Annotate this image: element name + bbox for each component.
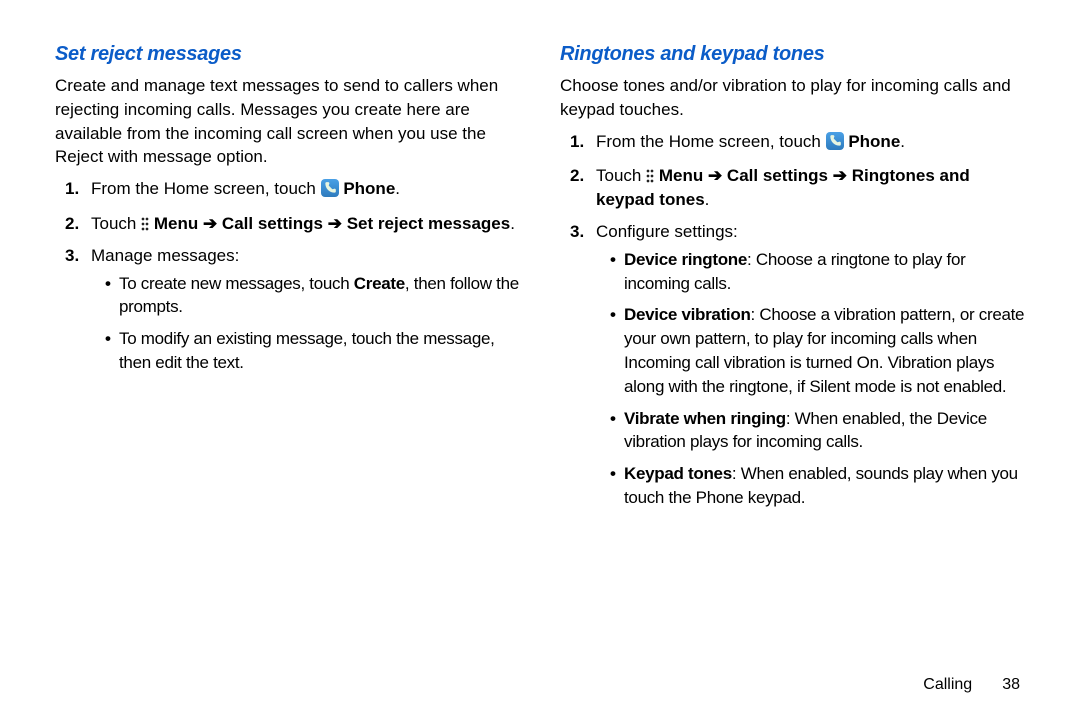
step-3-right: 3. Configure settings: Device ringtone: …: [570, 220, 1025, 510]
call-settings-label: Call settings: [222, 214, 323, 233]
step-num: 2.: [570, 164, 584, 188]
step-text: From the Home screen, touch: [596, 132, 826, 151]
step-text: Touch: [91, 214, 141, 233]
step-num: 3.: [65, 244, 79, 268]
term: Keypad tones: [624, 464, 732, 483]
step-2-right: 2. Touch Menu ➔ Call settings ➔ Ringtone…: [570, 164, 1025, 212]
arrow-icon: ➔: [323, 214, 347, 233]
sub-bullets-left: To create new messages, touch Create, th…: [105, 272, 520, 375]
phone-icon: [321, 179, 339, 204]
phone-label: Phone: [848, 132, 900, 151]
call-settings-label: Call settings: [727, 166, 828, 185]
section-label: Calling: [923, 676, 972, 694]
phone-icon: [826, 132, 844, 157]
bullet-create: To create new messages, touch Create, th…: [105, 272, 520, 320]
step-num: 3.: [570, 220, 584, 244]
create-label: Create: [354, 274, 405, 293]
step-text: Manage messages:: [91, 246, 239, 265]
period: .: [510, 214, 515, 233]
step-text: From the Home screen, touch: [91, 179, 321, 198]
step-1-left: 1. From the Home screen, touch Phone.: [65, 177, 520, 204]
menu-icon: [646, 169, 654, 183]
intro-right: Choose tones and/or vibration to play fo…: [560, 74, 1025, 122]
step-text: Configure settings:: [596, 222, 738, 241]
period: .: [395, 179, 400, 198]
menu-icon: [141, 217, 149, 231]
page-number: 38: [1002, 676, 1020, 694]
period: .: [900, 132, 905, 151]
step-num: 1.: [65, 177, 79, 201]
step-3-left: 3. Manage messages: To create new messag…: [65, 244, 520, 375]
step-2-left: 2. Touch Menu ➔ Call settings ➔ Set reje…: [65, 212, 520, 236]
term: Device ringtone: [624, 250, 747, 269]
term: Vibrate when ringing: [624, 409, 786, 428]
bullet-vibrate-when-ringing: Vibrate when ringing: When enabled, the …: [610, 407, 1025, 455]
two-column-layout: Set reject messages Create and manage te…: [55, 40, 1025, 518]
intro-left: Create and manage text messages to send …: [55, 74, 520, 169]
bullet-keypad-tones: Keypad tones: When enabled, sounds play …: [610, 462, 1025, 510]
menu-label: Menu: [659, 166, 703, 185]
term: Device vibration: [624, 305, 751, 324]
heading-ringtones: Ringtones and keypad tones: [560, 40, 1025, 68]
bullet-device-vibration: Device vibration: Choose a vibration pat…: [610, 303, 1025, 398]
steps-left: 1. From the Home screen, touch Phone. 2.…: [65, 177, 520, 375]
set-reject-label: Set reject messages: [347, 214, 511, 233]
steps-right: 1. From the Home screen, touch Phone. 2.…: [570, 130, 1025, 510]
arrow-icon: ➔: [198, 214, 222, 233]
bullet-modify: To modify an existing message, touch the…: [105, 327, 520, 375]
heading-set-reject: Set reject messages: [55, 40, 520, 68]
step-text: Touch: [596, 166, 646, 185]
step-1-right: 1. From the Home screen, touch Phone.: [570, 130, 1025, 157]
step-num: 2.: [65, 212, 79, 236]
step-num: 1.: [570, 130, 584, 154]
period: .: [705, 190, 710, 209]
arrow-icon: ➔: [703, 166, 727, 185]
manual-page: Set reject messages Create and manage te…: [0, 0, 1080, 720]
bullet-device-ringtone: Device ringtone: Choose a ringtone to pl…: [610, 248, 1025, 296]
page-footer: Calling 38: [923, 676, 1020, 694]
left-column: Set reject messages Create and manage te…: [55, 40, 520, 518]
bullet-text: To create new messages, touch: [119, 274, 354, 293]
phone-label: Phone: [343, 179, 395, 198]
menu-label: Menu: [154, 214, 198, 233]
sub-bullets-right: Device ringtone: Choose a ringtone to pl…: [610, 248, 1025, 510]
arrow-icon: ➔: [828, 166, 852, 185]
right-column: Ringtones and keypad tones Choose tones …: [560, 40, 1025, 518]
